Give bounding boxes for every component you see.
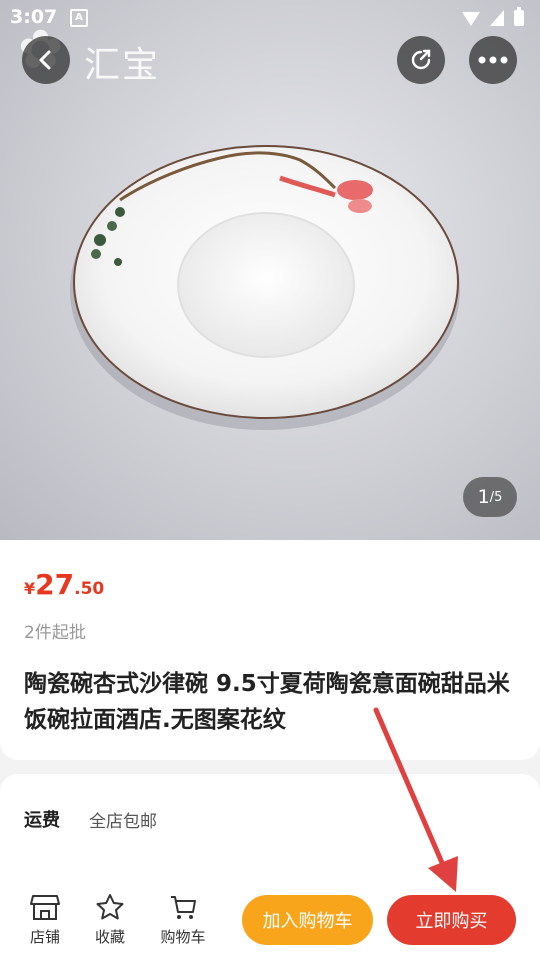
store-icon <box>30 895 60 920</box>
price-integer: 27 <box>35 568 75 601</box>
store-tab[interactable]: 店铺 <box>15 892 75 947</box>
gallery-page-indicator: 1 /5 <box>463 477 517 517</box>
more-icon <box>478 56 508 64</box>
add-to-cart-button[interactable]: 加入购物车 <box>242 895 373 945</box>
system-icons <box>460 6 530 33</box>
back-button[interactable] <box>22 36 70 84</box>
product-image <box>70 145 460 430</box>
gallery-current-page: 1 <box>477 486 490 508</box>
battery-icon <box>514 10 524 26</box>
shipping-card[interactable]: 运费 全店包邮 <box>0 774 540 894</box>
cart-label: 购物车 <box>160 928 206 946</box>
notification-icon: A <box>70 9 88 27</box>
brand-name: 汇宝 <box>84 45 161 86</box>
buy-now-button[interactable]: 立即购买 <box>387 895 516 945</box>
chevron-left-icon <box>39 50 51 70</box>
wifi-icon <box>462 12 480 26</box>
favorite-tab[interactable]: 收藏 <box>80 892 140 947</box>
product-price: ¥27.50 <box>24 568 104 601</box>
product-title: 陶瓷碗杏式沙律碗 9.5寸夏荷陶瓷意面碗甜品米饭碗拉面酒店.无图案花纹 <box>24 671 510 733</box>
status-bar: 3:07 A <box>0 0 540 36</box>
share-icon <box>411 49 431 70</box>
bottom-action-bar: 店铺 收藏 购物车 加入购物车 立即购买 <box>0 880 540 960</box>
star-icon <box>96 894 124 920</box>
cart-tab[interactable]: 购物车 <box>153 892 213 947</box>
share-button[interactable] <box>397 36 445 84</box>
product-info-card: ¥27.50 2件起批 陶瓷碗杏式沙律碗 9.5寸夏荷陶瓷意面碗甜品米饭碗拉面酒… <box>0 540 540 760</box>
shipping-value: 全店包邮 <box>89 812 157 832</box>
product-image-gallery[interactable]: 3:07 A ✿ 汇宝 1 /5 <box>0 0 540 540</box>
signal-icon <box>490 10 504 26</box>
price-decimal: .50 <box>74 579 105 599</box>
minimum-order-quantity: 2件起批 <box>24 623 86 643</box>
gallery-total-pages: /5 <box>489 489 503 505</box>
price-currency: ¥ <box>24 579 36 598</box>
shipping-label: 运费 <box>24 810 60 831</box>
cart-icon <box>171 896 196 919</box>
more-button[interactable] <box>469 36 517 84</box>
store-label: 店铺 <box>29 928 60 946</box>
favorite-label: 收藏 <box>94 928 125 946</box>
